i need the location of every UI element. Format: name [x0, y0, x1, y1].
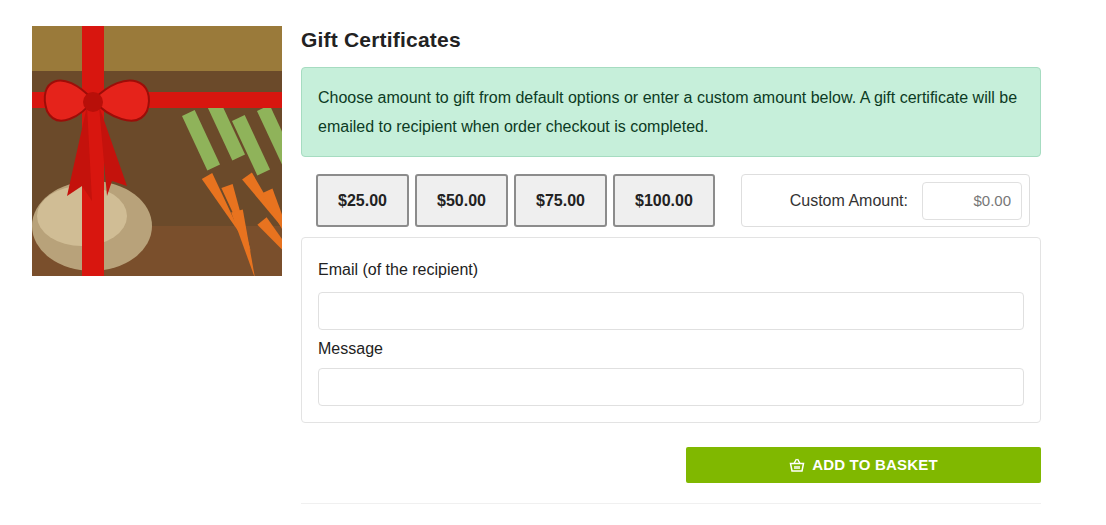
custom-amount-input[interactable]: [922, 182, 1022, 220]
basket-icon: [789, 457, 805, 473]
amount-button[interactable]: $100.00: [613, 174, 715, 227]
amount-button[interactable]: $75.00: [514, 174, 607, 227]
email-label: Email (of the recipient): [318, 258, 1024, 282]
custom-amount-box: Custom Amount:: [741, 174, 1030, 227]
amount-label: $50.00: [437, 189, 486, 213]
amount-label: $100.00: [635, 189, 693, 213]
custom-amount-label: Custom Amount:: [790, 189, 908, 213]
gift-certificate-panel: Gift Certificates Choose amount to gift f…: [301, 26, 1041, 504]
page: Gift Certificates Choose amount to gift f…: [0, 0, 1106, 504]
amount-button[interactable]: $50.00: [415, 174, 508, 227]
amount-label: $25.00: [338, 189, 387, 213]
add-to-basket-label: ADD TO BASKET: [812, 454, 938, 477]
add-to-basket-button[interactable]: ADD TO BASKET: [686, 447, 1041, 483]
email-input[interactable]: [318, 292, 1024, 330]
button-row: ADD TO BASKET: [301, 423, 1041, 483]
page-title: Gift Certificates: [301, 26, 1041, 54]
amount-options: $25.00 $50.00 $75.00 $100.00 Custom Amount:: [301, 174, 1041, 227]
gift-photo-icon: [32, 26, 282, 276]
message-label: Message: [318, 337, 1024, 361]
info-notice: Choose amount to gift from default optio…: [301, 67, 1041, 157]
divider: [301, 503, 1041, 504]
amount-button[interactable]: $25.00: [316, 174, 409, 227]
amount-label: $75.00: [536, 189, 585, 213]
recipient-form: Email (of the recipient) Message: [301, 237, 1041, 423]
message-input[interactable]: [318, 368, 1024, 406]
